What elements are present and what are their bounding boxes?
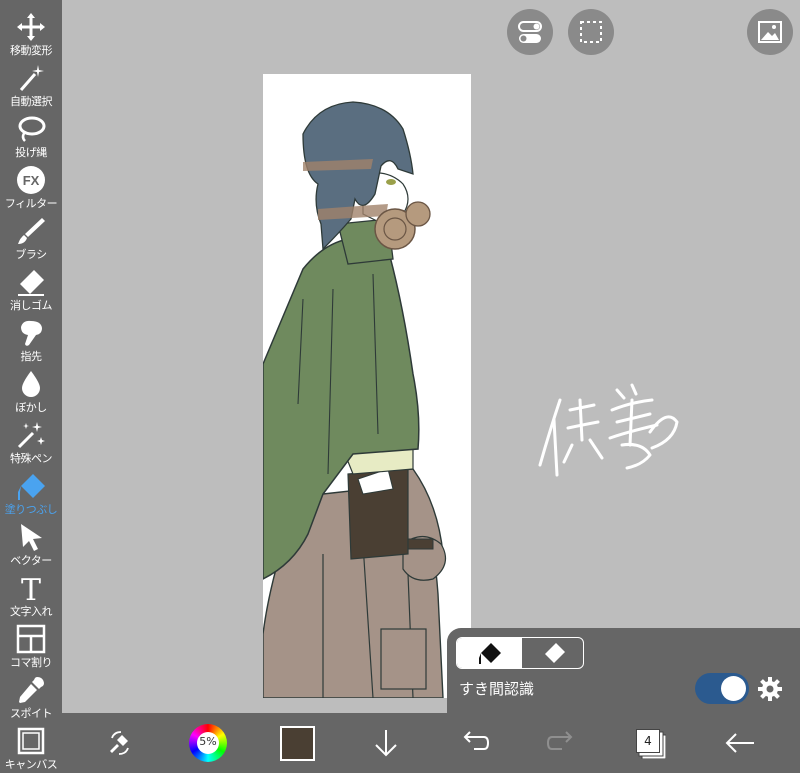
fx-text: FX bbox=[23, 173, 40, 188]
tool-label: 自動選択 bbox=[10, 95, 53, 108]
fill-mode-fill-option[interactable] bbox=[457, 638, 521, 668]
bucket-fill-icon bbox=[479, 643, 501, 664]
tool-eyedropper[interactable]: スポイト bbox=[0, 669, 62, 720]
layers-button[interactable]: 4 bbox=[636, 729, 666, 759]
text-icon: T bbox=[21, 573, 41, 604]
eraser-icon bbox=[18, 270, 44, 296]
image-icon bbox=[758, 21, 782, 43]
drawing-canvas[interactable] bbox=[263, 74, 471, 698]
canvas-area[interactable]: 供養 bbox=[62, 0, 800, 713]
color-picker-button[interactable]: 5% bbox=[189, 724, 227, 762]
gap-recognition-label: すき間認識 bbox=[459, 680, 535, 698]
gap-recognition-toggle[interactable] bbox=[695, 673, 749, 704]
layer-count: 4 bbox=[636, 729, 660, 753]
eyedropper-icon bbox=[19, 677, 44, 703]
tool-blur[interactable]: ぼかし bbox=[0, 363, 62, 414]
tool-label: 移動変形 bbox=[10, 44, 53, 57]
reference-image-button[interactable] bbox=[747, 9, 793, 55]
fill-mode-segmented-control bbox=[456, 637, 584, 669]
frame-divider-icon bbox=[16, 624, 46, 654]
tool-label: 文字入れ bbox=[10, 605, 53, 618]
tool-canvas[interactable]: キャンバス bbox=[0, 720, 62, 771]
vector-arrow-icon bbox=[21, 524, 42, 551]
tool-frame-divider[interactable]: コマ割り bbox=[0, 618, 62, 669]
tool-special-pen[interactable]: 特殊ペン bbox=[0, 414, 62, 465]
brush-opacity-label: 5% bbox=[199, 735, 217, 748]
dashed-selection-icon bbox=[580, 21, 602, 43]
bucket-fill-icon bbox=[18, 474, 45, 500]
download-arrow-icon[interactable] bbox=[368, 725, 404, 761]
fx-filter-icon: FX bbox=[17, 166, 45, 194]
tool-label: 塗りつぶし bbox=[4, 503, 58, 516]
signature-text: 供養 bbox=[532, 370, 534, 371]
tool-label: ベクター bbox=[10, 554, 52, 567]
special-pen-icon bbox=[17, 422, 45, 449]
fill-mode-erase-option[interactable] bbox=[521, 638, 583, 668]
tool-label: 特殊ペン bbox=[10, 452, 53, 465]
eraser-icon bbox=[545, 643, 565, 663]
tool-label: 消しゴム bbox=[10, 299, 53, 312]
tool-lasso[interactable]: 投げ縄 bbox=[0, 108, 62, 159]
current-color-swatch[interactable] bbox=[280, 726, 315, 761]
undo-icon[interactable] bbox=[456, 725, 492, 761]
finger-smudge-icon bbox=[21, 320, 42, 346]
toggle-switch-icon bbox=[518, 21, 542, 43]
swap-brush-eraser-icon[interactable] bbox=[102, 725, 138, 761]
blur-drop-icon bbox=[22, 371, 40, 397]
tool-label: キャンバス bbox=[4, 758, 58, 771]
tool-vector[interactable]: ベクター bbox=[0, 516, 62, 567]
tool-brush[interactable]: ブラシ bbox=[0, 210, 62, 261]
left-toolbar: 移動変形 自動選択 投げ縄 FX フィルター ブラシ 消しゴム 指先 ぼかし 特… bbox=[0, 0, 62, 773]
tool-eraser[interactable]: 消しゴム bbox=[0, 261, 62, 312]
tool-filter[interactable]: FX フィルター bbox=[0, 159, 62, 210]
character-artwork bbox=[263, 101, 447, 698]
toggle-view-button[interactable] bbox=[507, 9, 553, 55]
text-tool-glyph: T bbox=[21, 573, 41, 604]
toggle-knob bbox=[721, 676, 746, 701]
redo-icon[interactable] bbox=[544, 725, 580, 761]
back-arrow-icon[interactable] bbox=[722, 725, 758, 761]
tool-bucket-fill[interactable]: 塗りつぶし bbox=[0, 465, 62, 516]
move-transform-icon bbox=[17, 13, 45, 41]
tool-label: ブラシ bbox=[15, 248, 47, 261]
tool-label: ぼかし bbox=[15, 401, 47, 414]
bottom-toolbar: 5% 4 bbox=[62, 713, 800, 773]
gear-icon[interactable] bbox=[757, 676, 783, 702]
tool-label: スポイト bbox=[10, 707, 53, 720]
tool-label: 投げ縄 bbox=[15, 146, 47, 159]
tool-move-transform[interactable]: 移動変形 bbox=[0, 6, 62, 57]
fill-options-panel: すき間認識 bbox=[447, 628, 800, 713]
tool-label: コマ割り bbox=[10, 656, 53, 669]
handwritten-signature: 供養 bbox=[532, 370, 679, 477]
canvas-icon bbox=[17, 727, 45, 755]
selection-button[interactable] bbox=[568, 9, 614, 55]
magic-wand-icon bbox=[19, 65, 44, 91]
tool-auto-select[interactable]: 自動選択 bbox=[0, 57, 62, 108]
tool-label: フィルター bbox=[4, 197, 58, 210]
tool-text[interactable]: T 文字入れ bbox=[0, 567, 62, 618]
lasso-icon bbox=[18, 116, 46, 142]
tool-label: 指先 bbox=[20, 350, 43, 363]
tool-finger[interactable]: 指先 bbox=[0, 312, 62, 363]
brush-icon bbox=[18, 218, 45, 244]
